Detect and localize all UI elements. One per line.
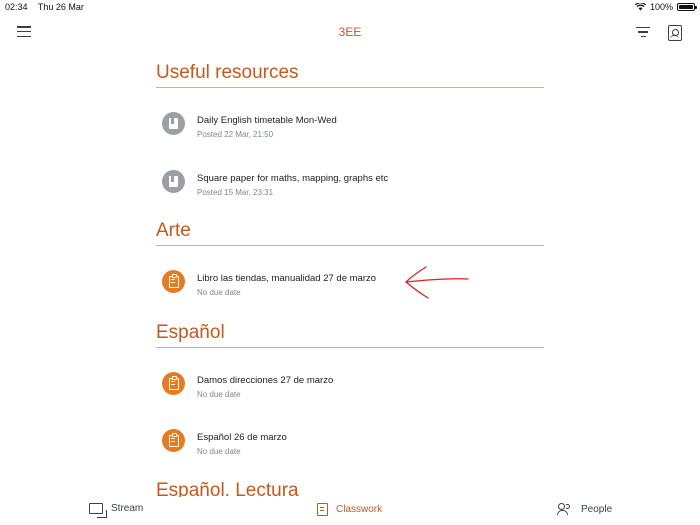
item-title: Daily English timetable Mon-Wed xyxy=(197,115,337,126)
wifi-icon xyxy=(634,3,646,11)
item-title: Español 26 de marzo xyxy=(197,432,287,443)
topic-title: Español xyxy=(156,322,225,343)
status-bar: 02:34 Thu 26 Mar 100% xyxy=(0,0,700,14)
filter-icon[interactable] xyxy=(636,27,650,39)
stream-icon xyxy=(89,503,107,518)
topic-section: Useful resources xyxy=(156,62,544,88)
status-date: Thu 26 Mar xyxy=(37,2,84,12)
annotation-arrow xyxy=(405,266,469,299)
topic-divider xyxy=(156,87,544,88)
status-time: 02:34 xyxy=(5,2,28,12)
item-title: Libro las tiendas, manualidad 27 de marz… xyxy=(197,273,377,284)
item-meta: No due date xyxy=(197,447,241,456)
material-item[interactable]: Daily English timetable Mon-Wed Posted 2… xyxy=(156,112,544,170)
bottom-nav: Stream Classwork People xyxy=(0,497,700,525)
assignment-icon xyxy=(162,372,185,395)
nav-people-label: People xyxy=(581,503,613,515)
app-bar: 3EE xyxy=(0,14,700,52)
topic-section: Español xyxy=(156,322,544,348)
item-title: Damos direcciones 27 de marzo xyxy=(197,375,334,386)
assignment-item[interactable]: Español 26 de marzo No due date xyxy=(156,429,544,487)
nav-classwork[interactable]: Classwork xyxy=(317,503,382,516)
topic-divider xyxy=(156,245,544,246)
nav-stream[interactable]: Stream xyxy=(89,503,144,518)
your-work-icon[interactable] xyxy=(668,25,682,41)
battery-icon xyxy=(677,3,697,11)
topic-divider xyxy=(156,347,544,348)
item-meta: No due date xyxy=(197,288,241,297)
item-meta: Posted 22 Mar, 21:50 xyxy=(197,130,274,139)
nav-classwork-label: Classwork xyxy=(336,504,383,515)
item-meta: No due date xyxy=(197,390,241,399)
material-icon xyxy=(162,112,185,135)
topic-title: Arte xyxy=(156,220,191,241)
assignment-item[interactable]: Damos direcciones 27 de marzo No due dat… xyxy=(156,372,544,430)
assignment-icon xyxy=(162,270,185,293)
nav-stream-label: Stream xyxy=(111,503,144,514)
assignment-item[interactable]: Libro las tiendas, manualidad 27 de marz… xyxy=(156,270,544,328)
assignment-icon xyxy=(162,429,185,452)
material-icon xyxy=(162,170,185,193)
class-title: 3EE xyxy=(338,25,362,39)
classwork-icon xyxy=(317,503,328,516)
item-meta: Posted 15 Mar, 23:31 xyxy=(197,188,274,197)
item-title: Square paper for maths, mapping, graphs … xyxy=(197,173,389,184)
battery-percent: 100% xyxy=(649,2,673,12)
topic-title: Useful resources xyxy=(156,62,299,83)
nav-people[interactable]: People xyxy=(557,503,612,515)
people-icon xyxy=(557,503,573,515)
topic-section: Arte xyxy=(156,220,544,246)
